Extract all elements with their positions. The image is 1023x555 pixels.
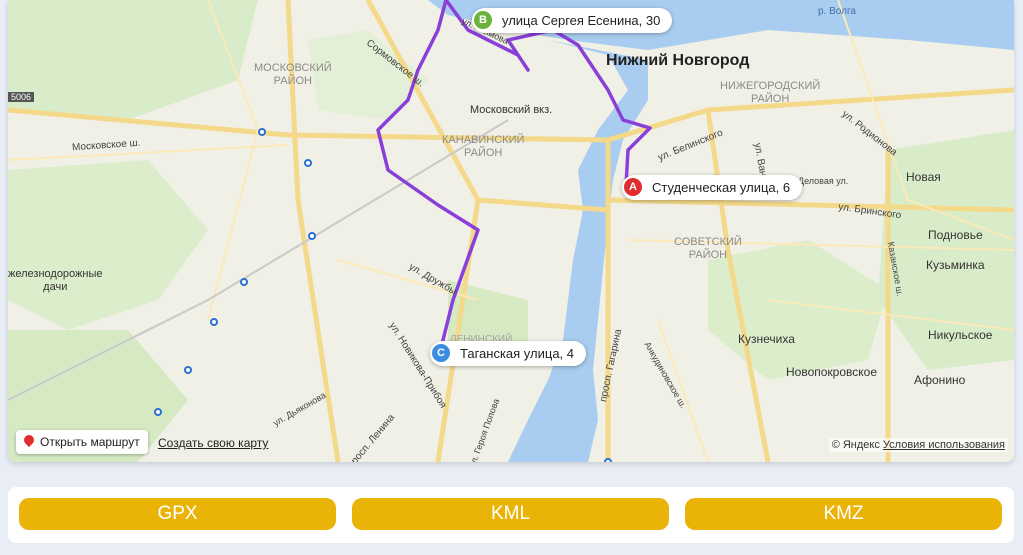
- marker-c-pin[interactable]: C: [430, 342, 452, 364]
- station-label: Московский вкз.: [470, 104, 553, 116]
- river-label: р. Волга: [818, 6, 856, 17]
- marker-b-label[interactable]: улица Сергея Есенина, 30: [472, 8, 673, 33]
- marker-a-label[interactable]: Студенческая улица, 6: [622, 175, 803, 200]
- place-label: Кузнечиха: [738, 332, 795, 346]
- gpx-download-button[interactable]: GPX: [19, 498, 336, 530]
- place-label: Подновье: [928, 228, 983, 242]
- location-pin-icon: [21, 432, 37, 448]
- place-label: Новая: [906, 170, 941, 184]
- city-label: Нижний Новгород: [606, 52, 750, 69]
- road-number: 5006: [8, 92, 35, 102]
- map-canvas[interactable]: [8, 0, 1014, 462]
- kmz-download-button[interactable]: KMZ: [685, 498, 1002, 530]
- copyright-text: © Яндекс: [831, 439, 880, 451]
- district-label-kanavinsky: КАНАВИНСКИЙ РАЙОН: [442, 134, 525, 159]
- create-map-link[interactable]: Создать свою карту: [158, 436, 268, 450]
- place-label: Никульское: [928, 328, 993, 342]
- marker-a-pin[interactable]: A: [622, 176, 644, 198]
- terms-link[interactable]: Условия использования: [883, 439, 1005, 451]
- place-label: Кузьминка: [926, 258, 985, 272]
- place-label: Новопокровское: [786, 365, 877, 379]
- street-label: Деловая ул.: [798, 176, 849, 186]
- marker-b-pin[interactable]: B: [472, 9, 494, 31]
- district-label-sovetsky: СОВЕТСКИЙ РАЙОН: [674, 236, 742, 261]
- map-container[interactable]: Нижний Новгород МОСКОВСКИЙ РАЙОН КАНАВИН…: [8, 0, 1014, 462]
- open-route-label: Открыть маршрут: [40, 435, 140, 449]
- district-label-moskovsky: МОСКОВСКИЙ РАЙОН: [254, 62, 332, 87]
- marker-c-label[interactable]: Таганская улица, 4: [430, 341, 586, 366]
- district-label-nizhegorodsky: НИЖЕГОРОДСКИЙ РАЙОН: [720, 80, 821, 105]
- open-route-button[interactable]: Открыть маршрут: [16, 430, 148, 454]
- place-label: Афонино: [914, 373, 966, 387]
- place-label: железнодорожные дачи: [8, 268, 103, 293]
- map-copyright: © Яндекс Условия использования: [828, 438, 1008, 452]
- download-buttons-bar: GPX KML KMZ: [8, 487, 1014, 543]
- kml-download-button[interactable]: KML: [352, 498, 669, 530]
